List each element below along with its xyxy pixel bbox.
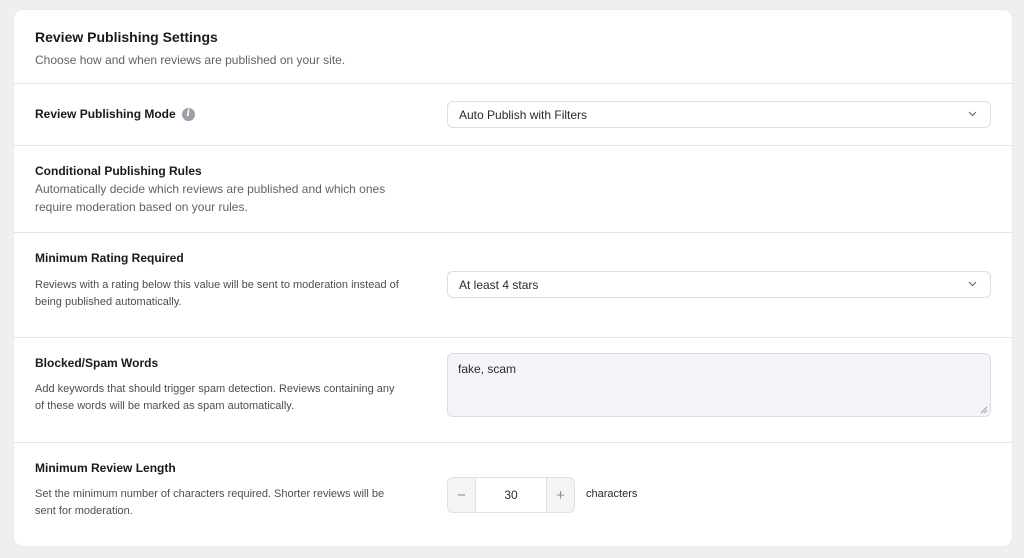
min-rating-description: Reviews with a rating below this value w… xyxy=(35,277,399,310)
min-rating-desc-line1: Reviews with a rating below this value w… xyxy=(35,279,399,291)
settings-card: Review Publishing Settings Choose how an… xyxy=(14,10,1012,546)
min-rating-select[interactable]: At least 4 stars xyxy=(447,271,991,298)
spam-words-label: Blocked/Spam Words xyxy=(35,356,159,370)
min-length-suffix: characters xyxy=(586,488,638,500)
min-length-description: Set the minimum number of characters req… xyxy=(35,486,384,519)
conditional-rules-title: Conditional Publishing Rules xyxy=(35,164,202,178)
decrement-button[interactable]: − xyxy=(448,478,476,512)
chevron-down-icon xyxy=(968,281,977,287)
min-length-input[interactable]: 30 xyxy=(476,478,546,512)
conditional-rules-description: Automatically decide which reviews are p… xyxy=(35,181,385,216)
publishing-mode-row: Review Publishing Mode i Auto Publish wi… xyxy=(14,83,1012,145)
settings-header: Review Publishing Settings Choose how an… xyxy=(14,10,1012,83)
page-title: Review Publishing Settings xyxy=(35,29,218,45)
spam-words-textarea[interactable]: fake, scam xyxy=(447,353,991,417)
conditional-rules-desc-line2: require moderation based on your rules. xyxy=(35,199,248,214)
publishing-mode-select[interactable]: Auto Publish with Filters xyxy=(447,101,991,128)
info-icon[interactable]: i xyxy=(181,107,195,121)
publishing-mode-selected: Auto Publish with Filters xyxy=(459,107,588,122)
conditional-rules-desc-line1: Automatically decide which reviews are p… xyxy=(35,182,386,196)
spam-words-desc-line1: Add keywords that should trigger spam de… xyxy=(35,383,395,395)
min-length-desc-line1: Set the minimum number of characters req… xyxy=(35,488,385,500)
increment-button[interactable]: + xyxy=(546,478,574,512)
min-rating-selected: At least 4 stars xyxy=(459,277,539,292)
page-subtitle: Choose how and when reviews are publishe… xyxy=(35,53,346,67)
min-length-label: Minimum Review Length xyxy=(35,461,176,475)
min-length-row: Minimum Review Length Set the minimum nu… xyxy=(14,442,1012,546)
min-rating-row: Minimum Rating Required Reviews with a r… xyxy=(14,232,1012,337)
publishing-mode-label-wrap: Review Publishing Mode i xyxy=(35,107,195,121)
spam-words-description: Add keywords that should trigger spam de… xyxy=(35,381,395,414)
min-rating-desc-line2: being published automatically. xyxy=(35,295,182,308)
min-length-desc-line2: sent for moderation. xyxy=(35,504,133,517)
min-length-stepper: − 30 + xyxy=(447,477,575,513)
min-rating-label: Minimum Rating Required xyxy=(35,251,184,265)
conditional-rules-section: Conditional Publishing Rules Automatical… xyxy=(14,145,1012,232)
resize-handle-icon[interactable] xyxy=(980,406,988,414)
spam-words-desc-line2: of these words will be marked as spam au… xyxy=(35,399,295,412)
spam-words-row: Blocked/Spam Words Add keywords that sho… xyxy=(14,337,1012,442)
chevron-down-icon xyxy=(968,111,977,117)
publishing-mode-label: Review Publishing Mode xyxy=(35,107,176,121)
spam-words-value: fake, scam xyxy=(458,362,517,376)
